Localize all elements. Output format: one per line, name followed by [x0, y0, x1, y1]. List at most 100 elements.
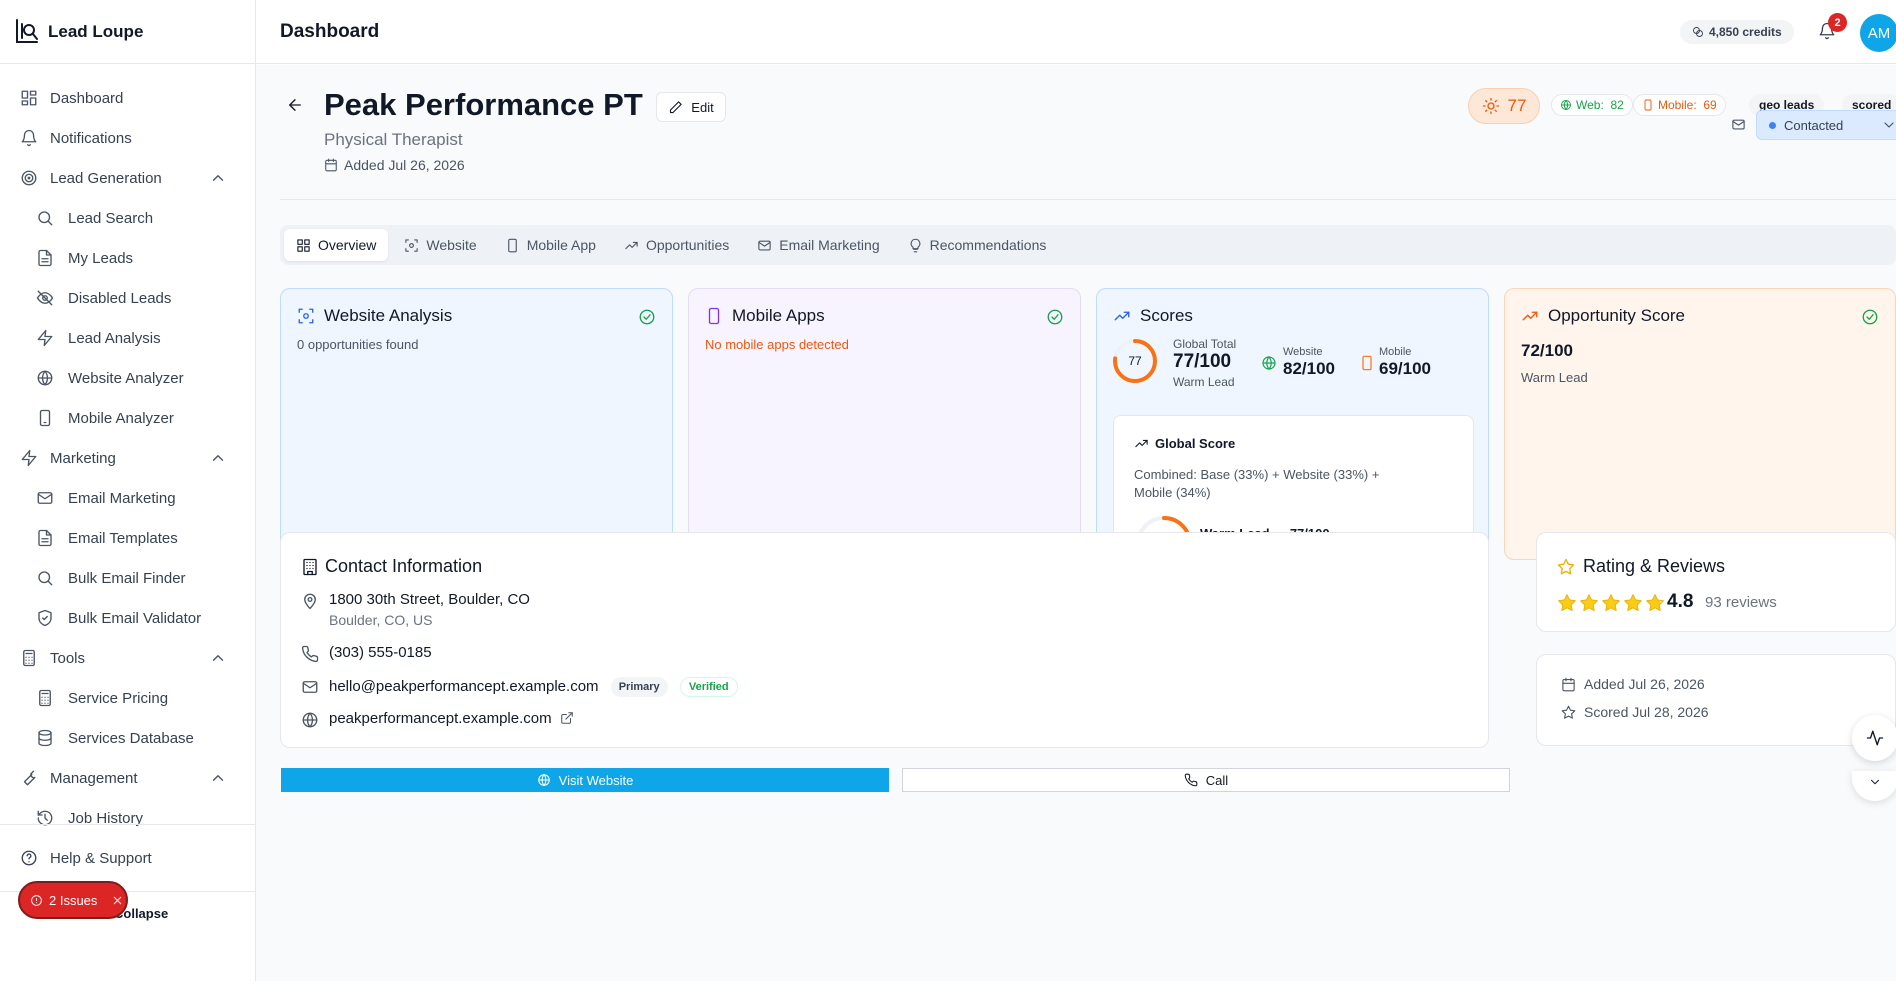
contact-city: Boulder, CO, US — [329, 612, 433, 628]
chevron-up-icon — [209, 769, 227, 787]
back-arrow-icon[interactable] — [286, 96, 304, 114]
contact-email[interactable]: hello@peakperformancept.example.com — [329, 678, 599, 695]
tab-opportunities[interactable]: Opportunities — [612, 229, 741, 261]
grid-icon — [296, 238, 311, 253]
contact-phone-row[interactable]: (303) 555-0185 — [301, 644, 432, 663]
contact-website[interactable]: peakperformancept.example.com — [329, 710, 552, 727]
tab-website[interactable]: Website — [392, 229, 488, 261]
sidebar-item-label: Lead Search — [68, 209, 154, 227]
star-icon — [1580, 594, 1598, 611]
secondary-fab-button[interactable] — [1852, 771, 1896, 801]
rating-count[interactable]: 93 reviews — [1705, 594, 1777, 611]
sidebar-item-my-leads[interactable]: My Leads — [0, 238, 255, 278]
mobile-apps-card[interactable]: Mobile Apps No mobile apps detected — [688, 288, 1081, 560]
close-icon[interactable] — [111, 894, 124, 907]
call-button[interactable]: Call — [902, 768, 1510, 792]
status-dot — [1769, 121, 1776, 129]
sidebar-item-website-analyzer[interactable]: Website Analyzer — [0, 358, 255, 398]
sidebar-item-mobile-analyzer[interactable]: Mobile Analyzer — [0, 398, 255, 438]
sidebar-item-label: Bulk Email Validator — [68, 609, 202, 627]
sidebar-item-label: Lead Generation — [50, 169, 162, 187]
sidebar-item-email-marketing[interactable]: Email Marketing — [0, 478, 255, 518]
phone-call-icon — [301, 644, 319, 663]
sidebar-item-services-database[interactable]: Services Database — [0, 718, 255, 758]
ratings-title: Rating & Reviews — [1557, 556, 1725, 577]
external-link-icon[interactable] — [560, 710, 574, 725]
sidebar-group-tools[interactable]: Tools — [0, 638, 255, 678]
edit-button[interactable]: Edit — [656, 92, 726, 122]
mail-icon[interactable] — [1731, 117, 1746, 132]
sidebar-item-lead-analysis[interactable]: Lead Analysis — [0, 318, 255, 358]
sidebar-group-marketing[interactable]: Marketing — [0, 438, 255, 478]
file-icon — [36, 529, 54, 547]
rating-reviews-card: Rating & Reviews 4.8 93 reviews — [1536, 532, 1896, 632]
email-primary-badge: Primary — [610, 677, 668, 697]
tab-recommendations[interactable]: Recommendations — [896, 229, 1059, 261]
contact-address-row: 1800 30th Street, Boulder, CO Boulder, C… — [301, 591, 530, 628]
sidebar-item-disabled-leads[interactable]: Disabled Leads — [0, 278, 255, 318]
scores-card[interactable]: Scores 77 Global Total 77/100 Warm Lead … — [1096, 288, 1489, 603]
sidebar-item-bulk-email-finder[interactable]: Bulk Email Finder — [0, 558, 255, 598]
issues-label: 2 Issues — [49, 892, 98, 908]
sidebar-item-label: Service Pricing — [68, 689, 169, 707]
star-outline-icon — [1557, 558, 1575, 576]
zap-icon — [36, 329, 54, 347]
opportunity-score-sub: Warm Lead — [1521, 370, 1588, 385]
pencil-icon — [668, 100, 683, 115]
sidebar-item-service-pricing[interactable]: Service Pricing — [0, 678, 255, 718]
lead-score-pill: 77 — [1468, 88, 1540, 124]
tab-email-marketing[interactable]: Email Marketing — [745, 229, 891, 261]
status-select[interactable]: Contacted — [1756, 110, 1896, 140]
sidebar-group-management[interactable]: Management — [0, 758, 255, 798]
card-title: Website Analysis — [297, 306, 452, 326]
sidebar-group-lead-generation[interactable]: Lead Generation — [0, 158, 255, 198]
mail-icon — [36, 489, 54, 507]
website-analysis-card[interactable]: Website Analysis 0 opportunities found — [280, 288, 673, 560]
tab-overview[interactable]: Overview — [284, 229, 389, 261]
opportunity-score-title: Opportunity Score — [1548, 306, 1686, 325]
global-score-title-label: Global Score — [1155, 436, 1236, 451]
meta-added-row: Added Jul 26, 2026 — [1561, 676, 1705, 692]
global-total-gauge: 77 — [1111, 337, 1159, 385]
global-score-title: Global Score — [1134, 436, 1235, 451]
activity-fab-button[interactable] — [1852, 715, 1896, 761]
calendar-icon — [324, 158, 338, 172]
phone-icon — [505, 238, 520, 253]
sidebar-item-label: Website Analyzer — [68, 369, 184, 387]
contact-phone[interactable]: (303) 555-0185 — [329, 644, 432, 661]
mail-icon — [301, 677, 319, 696]
sidebar-item-email-templates[interactable]: Email Templates — [0, 518, 255, 558]
tab-label: Email Marketing — [779, 237, 880, 253]
edit-label: Edit — [691, 99, 714, 115]
issues-badge[interactable]: 2 Issues — [18, 881, 128, 919]
user-avatar[interactable]: AM — [1860, 14, 1896, 52]
contact-information-card: Contact Information 1800 30th Street, Bo… — [280, 532, 1489, 748]
brand[interactable]: Lead Loupe — [0, 0, 255, 64]
grid-icon — [20, 89, 38, 107]
bulb-icon — [908, 238, 923, 253]
sidebar-item-bulk-email-validator[interactable]: Bulk Email Validator — [0, 598, 255, 638]
star-icon — [1558, 594, 1576, 611]
phone-icon — [705, 307, 723, 325]
star-icon — [1602, 594, 1620, 611]
contact-website-row[interactable]: peakperformancept.example.com — [301, 710, 574, 729]
sidebar-item-lead-search[interactable]: Lead Search — [0, 198, 255, 238]
sidebar-item-dashboard[interactable]: Dashboard — [0, 78, 255, 118]
wrench-icon — [20, 769, 38, 787]
sidebar-item-notifications[interactable]: Notifications — [0, 118, 255, 158]
star-icon — [1624, 594, 1642, 611]
database-icon — [36, 729, 54, 747]
tab-mobile-app[interactable]: Mobile App — [493, 229, 608, 261]
sidebar-item-label: Services Database — [68, 729, 194, 747]
scan-icon — [404, 238, 419, 253]
credits-badge[interactable]: 4,850 credits — [1680, 20, 1794, 44]
rating-value: 4.8 — [1667, 591, 1694, 612]
opportunity-score-card[interactable]: Opportunity Score 72/100 Warm Lead — [1504, 288, 1896, 560]
tab-label: Website — [426, 237, 477, 253]
contact-email-row: hello@peakperformancept.example.com Prim… — [301, 677, 738, 697]
globe-icon — [1560, 99, 1572, 111]
visit-website-button[interactable]: Visit Website — [281, 768, 889, 792]
activity-icon — [1866, 729, 1884, 747]
call-label: Call — [1205, 772, 1229, 788]
trend-up-icon — [624, 238, 639, 253]
